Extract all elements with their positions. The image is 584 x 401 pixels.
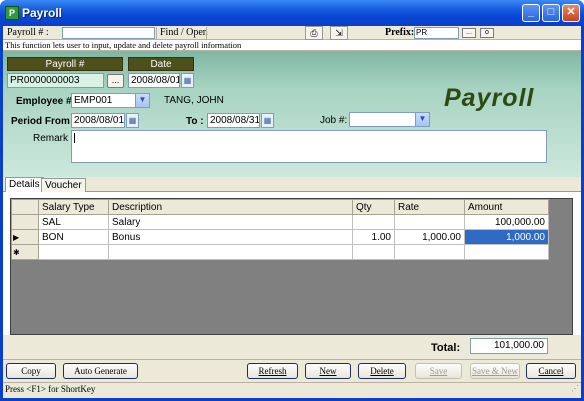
text-cursor — [74, 133, 75, 143]
cell-salary-type[interactable]: SAL — [38, 214, 109, 230]
chevron-down-icon[interactable]: ▼ — [415, 113, 429, 126]
toolbar-separator — [156, 27, 157, 39]
close-button[interactable]: ✕ — [562, 4, 580, 22]
calendar-icon[interactable]: ▦ — [181, 73, 194, 88]
table-row[interactable]: ▶ BON Bonus 1.00 1,000.00 1,000.00 — [11, 229, 549, 245]
page-title: Payroll — [444, 84, 535, 112]
cell-salary-type[interactable]: BON — [38, 229, 109, 245]
cell-rate[interactable] — [394, 244, 465, 260]
cell-rate[interactable] — [394, 214, 465, 230]
prefix-input[interactable]: PR — [414, 27, 459, 39]
date-header: Date — [128, 57, 194, 71]
cell-amount-selected[interactable]: 1,000.00 — [464, 229, 549, 245]
cell-description[interactable]: Salary — [108, 214, 353, 230]
cancel-button[interactable]: Cancel — [526, 363, 576, 379]
payroll-number-field[interactable]: PR0000000003 — [7, 73, 104, 88]
remark-label: Remark : — [33, 133, 74, 144]
new-button[interactable]: New — [305, 363, 351, 379]
employee-select[interactable]: EMP001 ▼ — [71, 93, 150, 108]
status-text: Press <F1> for ShortKey — [5, 384, 96, 394]
table-header-row: Salary Type Description Qty Rate Amount — [11, 199, 549, 215]
column-header-salary-type[interactable]: Salary Type — [38, 199, 109, 215]
prefix-browse-button[interactable]: ... — [462, 28, 476, 38]
payroll-search-label: Payroll # : — [7, 27, 49, 38]
column-header-amount[interactable]: Amount — [464, 199, 549, 215]
save-button[interactable]: Save — [415, 363, 462, 379]
prefix-apply-button[interactable]: o — [480, 28, 494, 38]
row-marker[interactable] — [11, 214, 39, 230]
remark-textarea[interactable] — [71, 130, 547, 163]
salary-grid[interactable]: Salary Type Description Qty Rate Amount … — [10, 198, 573, 335]
chevron-down-icon[interactable]: ▼ — [135, 94, 149, 107]
tab-details[interactable]: Details — [5, 177, 44, 192]
action-bar: Copy Auto Generate Refresh New Delete Sa… — [3, 359, 581, 381]
new-row-marker[interactable]: ✱ — [11, 244, 39, 260]
table-row[interactable]: SAL Salary 100,000.00 — [11, 214, 549, 230]
function-description: This function lets user to input, update… — [3, 40, 581, 51]
salary-table: Salary Type Description Qty Rate Amount … — [11, 199, 549, 260]
cell-qty[interactable] — [352, 244, 395, 260]
save-and-new-button[interactable]: Save & New — [470, 363, 520, 379]
find-open-button[interactable]: Find / Open — [160, 26, 208, 40]
table-row-new[interactable]: ✱ — [11, 244, 549, 260]
delete-button[interactable]: Delete — [358, 363, 406, 379]
payroll-number-header: Payroll # — [7, 57, 123, 71]
title-bar[interactable]: P Payroll _ □ ✕ — [0, 0, 584, 26]
toolbar: Payroll # : Find / Open ⎙ ⇲ Prefix: PR .… — [3, 26, 581, 40]
total-label: Total: — [431, 342, 461, 354]
date-field[interactable]: 2008/08/01 — [128, 73, 180, 88]
current-row-marker[interactable]: ▶ — [11, 229, 39, 245]
job-select[interactable]: ▼ — [349, 112, 430, 127]
cell-rate[interactable]: 1,000.00 — [394, 229, 465, 245]
app-icon: P — [5, 6, 19, 20]
cell-qty[interactable] — [352, 214, 395, 230]
window-client: Payroll # : Find / Open ⎙ ⇲ Prefix: PR .… — [3, 26, 581, 398]
cell-amount[interactable]: 100,000.00 — [464, 214, 549, 230]
payroll-browse-button[interactable]: ... — [107, 74, 124, 88]
payroll-header-panel: Payroll # Date PR0000000003 ... 2008/08/… — [3, 51, 581, 177]
cell-amount[interactable] — [464, 244, 549, 260]
toolbar-separator — [206, 27, 207, 39]
period-from-label: Period From : — [11, 116, 77, 127]
column-header-rate[interactable]: Rate — [394, 199, 465, 215]
status-bar: Press <F1> for ShortKey ⋰ — [3, 382, 581, 396]
calendar-icon[interactable]: ▦ — [126, 113, 139, 128]
window-title: Payroll — [22, 6, 63, 20]
tab-voucher[interactable]: Voucher — [41, 178, 86, 192]
resize-grip-icon[interactable]: ⋰ — [571, 382, 579, 395]
printer-icon[interactable]: ⎙ — [305, 26, 323, 40]
column-header-qty[interactable]: Qty — [352, 199, 395, 215]
column-header-description[interactable]: Description — [108, 199, 353, 215]
copy-button[interactable]: Copy — [6, 363, 56, 379]
minimize-button[interactable]: _ — [522, 4, 540, 22]
period-to-field[interactable]: 2008/08/31 — [207, 113, 260, 128]
cell-salary-type[interactable] — [38, 244, 109, 260]
period-from-field[interactable]: 2008/08/01 — [71, 113, 125, 128]
cell-description[interactable] — [108, 244, 353, 260]
app-window: P Payroll _ □ ✕ Payroll # : Find / Open … — [0, 0, 584, 401]
prefix-label: Prefix: — [385, 27, 415, 38]
row-header-corner — [11, 199, 39, 215]
cell-description[interactable]: Bonus — [108, 229, 353, 245]
export-icon[interactable]: ⇲ — [330, 26, 348, 40]
maximize-button[interactable]: □ — [542, 4, 560, 22]
tab-strip: Details Voucher — [3, 177, 581, 192]
auto-generate-button[interactable]: Auto Generate — [63, 363, 138, 379]
period-to-label: To : — [186, 116, 204, 127]
payroll-search-input[interactable] — [62, 27, 155, 39]
employee-label: Employee #: — [16, 96, 75, 107]
employee-select-value: EMP001 — [74, 95, 113, 106]
employee-name: TANG, JOHN — [164, 95, 224, 106]
job-label: Job #: — [320, 115, 348, 126]
details-panel: Salary Type Description Qty Rate Amount … — [3, 192, 581, 335]
total-field: 101,000.00 — [470, 338, 548, 354]
cell-qty[interactable]: 1.00 — [352, 229, 395, 245]
refresh-button[interactable]: Refresh — [247, 363, 298, 379]
calendar-icon[interactable]: ▦ — [261, 113, 274, 128]
